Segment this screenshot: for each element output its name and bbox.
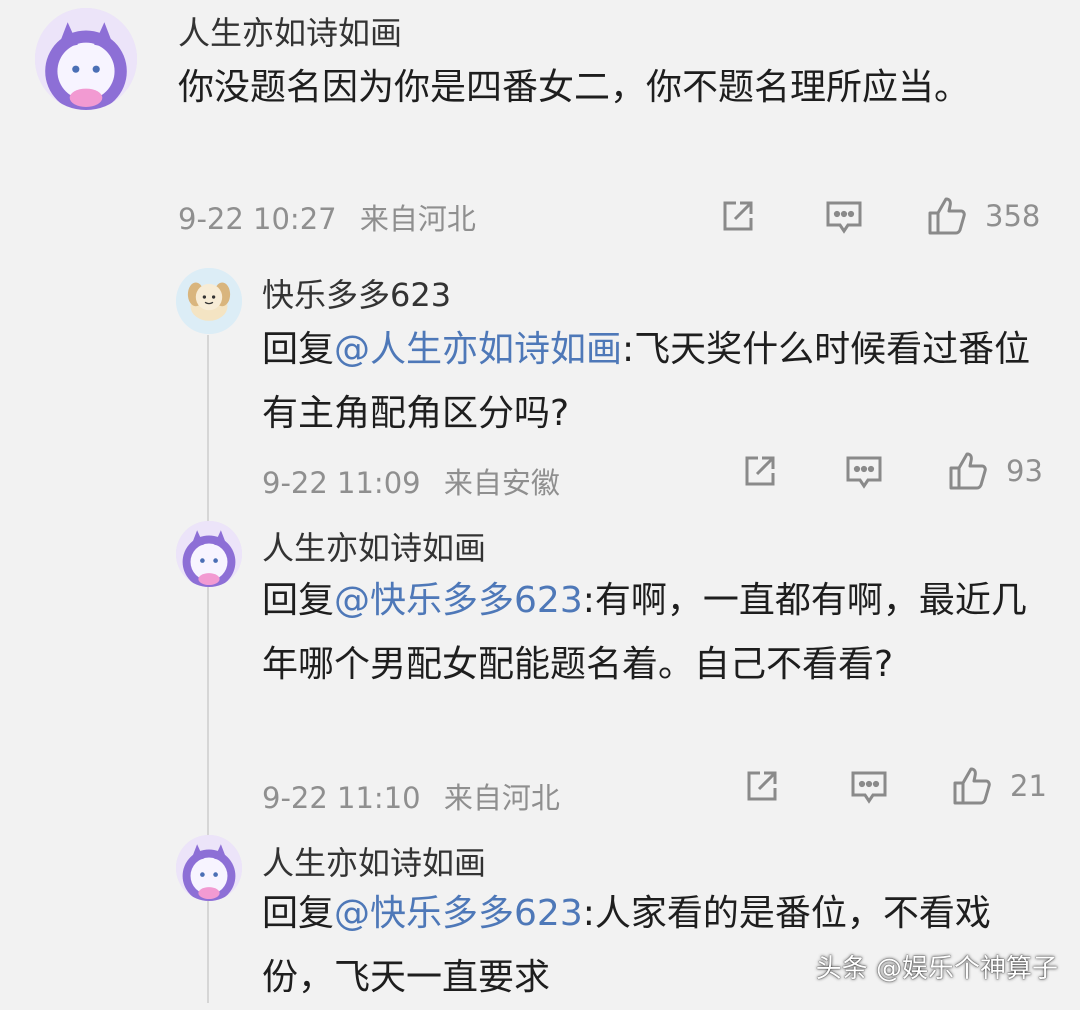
comment-text: 回复@人生亦如诗如画:飞天奖什么时候看过番位 有主角配角区分吗? bbox=[262, 318, 1062, 446]
comment-meta: 9-22 11:09 来自安徽 bbox=[262, 460, 560, 502]
username[interactable]: 人生亦如诗如画 bbox=[262, 523, 486, 569]
comment-meta: 9-22 11:10 来自河北 bbox=[262, 775, 560, 817]
location: 来自河北 bbox=[443, 781, 560, 815]
reply-prefix: 回复 bbox=[262, 580, 335, 621]
comment-icon bbox=[826, 201, 862, 234]
timestamp: 9-22 11:10 bbox=[262, 781, 421, 815]
username[interactable]: 人生亦如诗如画 bbox=[178, 8, 402, 54]
comment-icon bbox=[851, 771, 887, 804]
location: 来自安徽 bbox=[443, 466, 560, 500]
comment-text: 回复@快乐多多623:人家看的是番位，不看戏份，飞天一直要求 bbox=[262, 882, 1052, 1010]
location: 来自河北 bbox=[359, 202, 476, 236]
comment-text: 你没题名因为你是四番女二，你不题名理所应当。 bbox=[178, 56, 1008, 120]
reply-prefix: 回复 bbox=[262, 329, 335, 370]
share-icon bbox=[745, 456, 775, 486]
comment-text: 回复@快乐多多623:有啊，一直都有啊，最近几年哪个男配女配能题名着。自己不看看… bbox=[262, 569, 1032, 697]
timestamp: 9-22 11:09 bbox=[262, 466, 421, 500]
reply-button[interactable] bbox=[823, 196, 865, 238]
reply-prefix: 回复 bbox=[262, 893, 335, 934]
username[interactable]: 快乐多多623 bbox=[262, 270, 451, 316]
share-icon bbox=[747, 771, 777, 801]
reply-button[interactable] bbox=[848, 766, 890, 808]
avatar[interactable] bbox=[176, 835, 242, 901]
comment-body: 你没题名因为你是四番女二，你不题名理所应当。 bbox=[178, 67, 971, 108]
avatar[interactable] bbox=[176, 521, 242, 587]
share-button[interactable] bbox=[740, 451, 780, 491]
thumbs-up-icon bbox=[949, 452, 987, 490]
like-count: 358 bbox=[985, 199, 1041, 233]
like-count: 93 bbox=[1006, 454, 1043, 488]
thumbs-up-icon bbox=[953, 767, 991, 805]
like-button[interactable]: 21 bbox=[950, 764, 1047, 808]
share-button[interactable] bbox=[742, 766, 782, 806]
like-button[interactable]: 93 bbox=[946, 449, 1043, 493]
like-button[interactable]: 358 bbox=[925, 194, 1040, 238]
mention-link[interactable]: @快乐多多623 bbox=[334, 893, 583, 934]
like-count: 21 bbox=[1010, 769, 1047, 803]
thumbs-up-icon bbox=[928, 197, 966, 235]
timestamp: 9-22 10:27 bbox=[178, 202, 337, 236]
watermark: 头条 @娱乐个神算子 bbox=[815, 954, 1058, 984]
avatar[interactable] bbox=[35, 8, 137, 110]
mention-link[interactable]: @人生亦如诗如画 bbox=[334, 329, 622, 370]
thread-line bbox=[207, 335, 209, 1003]
share-button[interactable] bbox=[718, 196, 758, 236]
avatar[interactable] bbox=[176, 268, 242, 334]
mention-link[interactable]: @快乐多多623 bbox=[334, 580, 583, 621]
reply-button[interactable] bbox=[843, 451, 885, 493]
comment-icon bbox=[846, 456, 882, 489]
comment-meta: 9-22 10:27 来自河北 bbox=[178, 196, 476, 238]
username[interactable]: 人生亦如诗如画 bbox=[262, 838, 486, 884]
share-icon bbox=[723, 201, 753, 231]
